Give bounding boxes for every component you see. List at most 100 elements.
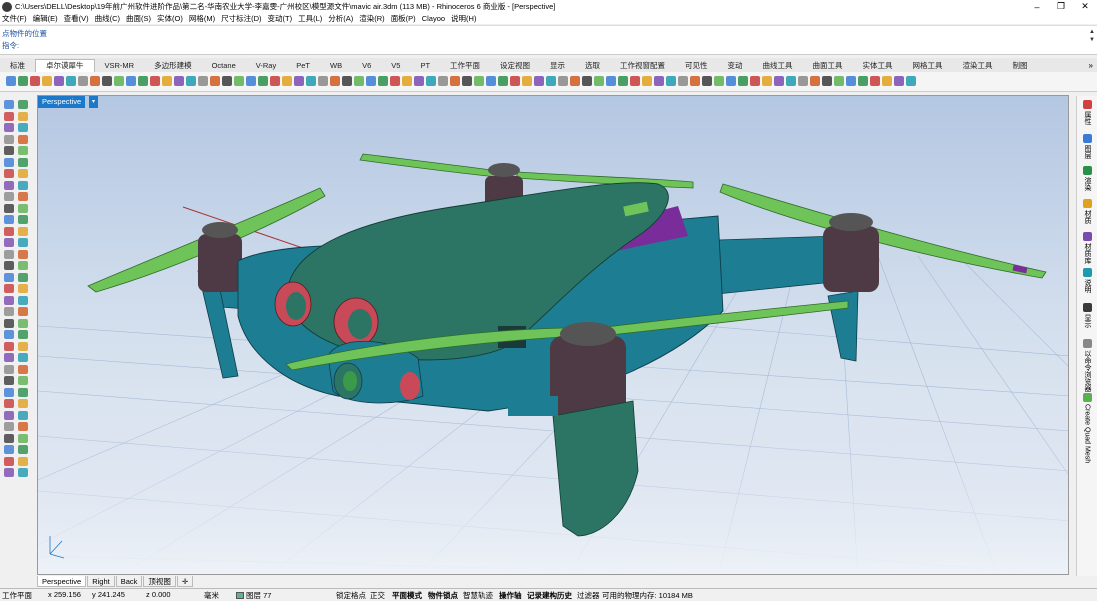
toolbar-tab[interactable]: V6 xyxy=(352,60,381,72)
tool-icon[interactable] xyxy=(78,76,88,86)
toolbar-tab[interactable]: 工作视窗配置 xyxy=(610,60,675,72)
panel-tab[interactable]: 以命令浏览器 xyxy=(1080,339,1094,392)
status-gumball[interactable]: 操作轴 xyxy=(499,590,522,601)
panel-tab[interactable]: 材质库 xyxy=(1080,232,1094,264)
perspective-viewport[interactable]: Perspective ▾ xyxy=(37,95,1069,575)
menu-item[interactable]: 文件(F) xyxy=(2,13,27,24)
minimize-button[interactable]: – xyxy=(1025,2,1049,12)
toolbar-tab[interactable]: 工作平面 xyxy=(440,60,490,72)
tool-icon[interactable] xyxy=(18,364,28,374)
status-planar[interactable]: 平面模式 xyxy=(392,590,422,601)
tool-icon[interactable] xyxy=(726,76,736,86)
toolbar-tab[interactable]: 多边形建模 xyxy=(144,60,202,72)
tool-icon[interactable] xyxy=(486,76,496,86)
toolbar-tab[interactable]: 显示 xyxy=(540,60,575,72)
tool-icon[interactable] xyxy=(4,261,14,270)
tool-icon[interactable] xyxy=(4,307,14,316)
tool-icon[interactable] xyxy=(786,76,796,86)
tool-icon[interactable] xyxy=(642,76,652,86)
tool-icon[interactable] xyxy=(330,76,340,86)
tool-icon[interactable] xyxy=(654,76,664,86)
tool-icon[interactable] xyxy=(870,76,880,86)
tool-icon[interactable] xyxy=(342,76,352,86)
tool-icon[interactable] xyxy=(858,76,868,86)
tool-icon[interactable] xyxy=(114,76,124,86)
tool-icon[interactable] xyxy=(18,422,28,431)
drone-model-scene[interactable] xyxy=(38,96,1069,575)
tool-icon[interactable] xyxy=(18,330,28,339)
tool-icon[interactable] xyxy=(18,387,28,397)
tool-icon[interactable] xyxy=(414,76,424,86)
tool-icon[interactable] xyxy=(390,76,400,86)
toolbar-tab[interactable]: 卓尔谟犀牛 xyxy=(35,59,95,72)
tool-icon[interactable] xyxy=(714,76,724,86)
tool-icon[interactable] xyxy=(4,134,14,144)
tool-icon[interactable] xyxy=(4,364,14,374)
tool-icon[interactable] xyxy=(42,76,52,86)
tool-icon[interactable] xyxy=(750,76,760,86)
status-layer[interactable]: 图层 77 xyxy=(236,590,271,601)
tool-icon[interactable] xyxy=(18,157,28,167)
tool-icon[interactable] xyxy=(678,76,688,86)
tool-icon[interactable] xyxy=(4,284,14,293)
tool-icon[interactable] xyxy=(18,261,28,270)
tool-icon[interactable] xyxy=(18,111,28,121)
tool-icon[interactable] xyxy=(18,433,28,443)
tool-icon[interactable] xyxy=(258,76,268,86)
tool-icon[interactable] xyxy=(234,76,244,86)
panel-tab[interactable]: Create Quad Mesh xyxy=(1080,393,1094,463)
tool-icon[interactable] xyxy=(558,76,568,86)
tabs-overflow-icon[interactable]: » xyxy=(1089,60,1093,72)
tool-icon[interactable] xyxy=(4,445,14,454)
tool-icon[interactable] xyxy=(4,353,14,362)
tool-icon[interactable] xyxy=(18,123,28,132)
tool-icon[interactable] xyxy=(774,76,784,86)
tool-icon[interactable] xyxy=(18,272,28,282)
tool-icon[interactable] xyxy=(306,76,316,86)
tool-icon[interactable] xyxy=(4,376,14,385)
toolbar-tab[interactable]: VSR-MR xyxy=(95,60,145,72)
tool-icon[interactable] xyxy=(6,76,16,86)
menu-item[interactable]: 面板(P) xyxy=(391,13,416,24)
tool-icon[interactable] xyxy=(4,180,14,190)
toolbar-tab[interactable]: Octane xyxy=(202,60,246,72)
toolbar-tab[interactable]: 网格工具 xyxy=(903,60,953,72)
panel-tab[interactable]: 显示 xyxy=(1080,303,1094,328)
tool-icon[interactable] xyxy=(618,76,628,86)
tool-icon[interactable] xyxy=(4,123,14,132)
command-prompt[interactable]: 指令: xyxy=(2,40,19,51)
tool-icon[interactable] xyxy=(510,76,520,86)
tool-icon[interactable] xyxy=(846,76,856,86)
menu-item[interactable]: 查看(V) xyxy=(64,13,89,24)
tool-icon[interactable] xyxy=(4,468,14,477)
panel-tab[interactable]: 图层 xyxy=(1080,134,1094,159)
toolbar-tab[interactable]: 选取 xyxy=(575,60,610,72)
tool-icon[interactable] xyxy=(4,387,14,397)
menu-item[interactable]: 尺寸标注(D) xyxy=(221,13,261,24)
tool-icon[interactable] xyxy=(534,76,544,86)
status-smarttrack[interactable]: 智慧轨迹 xyxy=(463,590,493,601)
menu-item[interactable]: 实体(O) xyxy=(157,13,183,24)
tool-icon[interactable] xyxy=(402,76,412,86)
tool-icon[interactable] xyxy=(18,410,28,420)
toolbar-tab[interactable]: WB xyxy=(320,60,352,72)
tool-icon[interactable] xyxy=(462,76,472,86)
tool-icon[interactable] xyxy=(90,76,100,86)
viewport-tab[interactable]: Right xyxy=(87,576,115,587)
tool-icon[interactable] xyxy=(18,76,28,86)
toolbar-tab[interactable]: 曲线工具 xyxy=(753,60,803,72)
tool-icon[interactable] xyxy=(4,422,14,431)
menu-item[interactable]: Clayoo xyxy=(422,14,445,23)
tool-icon[interactable] xyxy=(18,192,28,201)
tool-icon[interactable] xyxy=(18,468,28,477)
tool-icon[interactable] xyxy=(810,76,820,86)
tool-icon[interactable] xyxy=(4,433,14,443)
menu-item[interactable]: 变动(T) xyxy=(268,13,293,24)
status-osnap[interactable]: 物件锁点 xyxy=(428,590,458,601)
tool-icon[interactable] xyxy=(4,341,14,351)
tool-icon[interactable] xyxy=(18,284,28,293)
tool-icon[interactable] xyxy=(4,249,14,259)
status-lock-grid[interactable]: 锁定格点 xyxy=(336,590,366,601)
tool-icon[interactable] xyxy=(18,249,28,259)
tool-icon[interactable] xyxy=(378,76,388,86)
